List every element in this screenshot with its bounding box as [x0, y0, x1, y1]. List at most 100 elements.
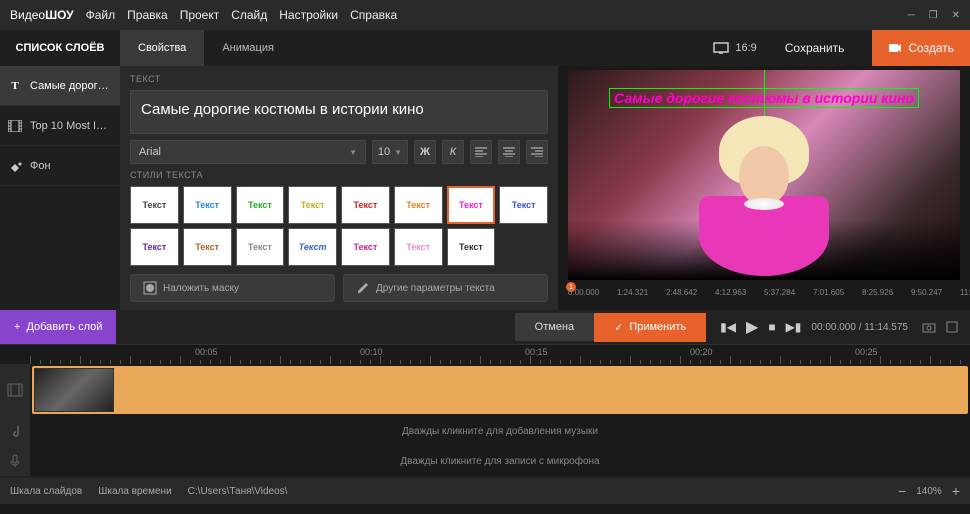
video-clip[interactable]: [32, 366, 968, 414]
video-track-content[interactable]: [30, 364, 970, 416]
menu-project[interactable]: Проект: [180, 8, 220, 22]
next-frame-button[interactable]: ▶▮: [786, 320, 802, 334]
zoom-out-button[interactable]: −: [898, 483, 906, 499]
video-track-icon: [0, 364, 30, 416]
text-style-preset[interactable]: Текст: [236, 228, 285, 266]
text-style-preset[interactable]: Текст: [341, 228, 390, 266]
text-style-preset[interactable]: Текст: [447, 186, 496, 224]
text-style-preset[interactable]: Текст: [447, 228, 496, 266]
text-style-preset[interactable]: Текст: [341, 186, 390, 224]
timeline-tick-label: 00:20: [690, 347, 713, 357]
bold-button[interactable]: Ж: [414, 140, 436, 164]
prev-frame-button[interactable]: ▮◀: [720, 320, 736, 334]
mask-icon: [143, 281, 157, 295]
text-styles-grid: ТекстТекстТекстТекстТекстТекстТекстТекст…: [130, 186, 548, 266]
layer-item-background[interactable]: Фон: [0, 146, 120, 186]
styles-section-label: СТИЛИ ТЕКСТА: [130, 170, 548, 180]
align-right-button[interactable]: [526, 140, 548, 164]
text-style-preset[interactable]: Текст: [394, 228, 443, 266]
statusbar: Шкала слайдов Шкала времени C:\Users\Тан…: [0, 478, 970, 504]
timeline-tracks: Дважды кликните для добавления музыки Дв…: [0, 364, 970, 478]
pencil-icon: [356, 281, 370, 295]
apply-button[interactable]: ✓ Применить: [594, 313, 706, 342]
property-tabs: Свойства Анимация: [120, 30, 292, 66]
other-params-button[interactable]: Другие параметры текста: [343, 274, 548, 302]
text-style-preset[interactable]: Текст: [130, 228, 179, 266]
stop-button[interactable]: ■: [768, 320, 775, 334]
extra-buttons-row: Наложить маску Другие параметры текста: [130, 274, 548, 302]
apply-mask-button[interactable]: Наложить маску: [130, 274, 335, 302]
preview-ruler-tick: 8:25.926: [862, 288, 893, 297]
minimize-button[interactable]: ─: [908, 10, 915, 21]
text-style-preset[interactable]: Текст: [183, 228, 232, 266]
tab-animation[interactable]: Анимация: [204, 30, 292, 66]
logo-part1: Видео: [10, 8, 45, 22]
layers-sidebar: T Самые дорогие ко... Top 10 Most Iconic…: [0, 66, 120, 310]
font-family-select[interactable]: Arial ▼: [130, 140, 366, 164]
layer-item-video[interactable]: Top 10 Most Iconic ...: [0, 106, 120, 146]
text-style-preset[interactable]: Текст: [236, 186, 285, 224]
music-track-hint: Дважды кликните для добавления музыки: [402, 426, 598, 437]
menu-settings[interactable]: Настройки: [279, 8, 338, 22]
save-button[interactable]: Сохранить: [771, 41, 859, 55]
cancel-button[interactable]: Отмена: [515, 313, 594, 341]
music-track-content[interactable]: Дважды кликните для добавления музыки: [30, 416, 970, 446]
preview-ruler-tick: 2:48.642: [666, 288, 697, 297]
align-center-button[interactable]: [498, 140, 520, 164]
playback-controls: ▮◀ ▶ ■ ▶▮ 00:00.000 / 11:14.575: [706, 317, 922, 337]
layers-panel-title: СПИСОК СЛОЁВ: [0, 30, 120, 66]
text-style-preset[interactable]: Текст: [183, 186, 232, 224]
layer-item-text[interactable]: T Самые дорогие ко...: [0, 66, 120, 106]
create-label: Создать: [908, 41, 954, 55]
align-left-button[interactable]: [470, 140, 492, 164]
video-text-overlay[interactable]: Самые дорогие костюмы в истории кино: [609, 88, 919, 108]
slides-scale-button[interactable]: Шкала слайдов: [10, 486, 82, 497]
add-layer-button[interactable]: + Добавить слой: [0, 310, 116, 344]
time-scale-button[interactable]: Шкала времени: [98, 486, 171, 497]
text-style-preset[interactable]: Текст: [130, 186, 179, 224]
text-style-preset[interactable]: Текст: [288, 186, 337, 224]
fullscreen-button[interactable]: [946, 321, 958, 333]
timeline-ruler[interactable]: 00:0500:1000:1500:2000:25: [0, 344, 970, 364]
preview-time-ruler[interactable]: 1 0:00.0001:24.3212:48.6424:12.9635:37.2…: [568, 286, 960, 306]
aspect-value: 16:9: [735, 42, 756, 54]
text-style-preset[interactable]: Текст: [288, 228, 337, 266]
mic-track-content[interactable]: Дважды кликните для записи с микрофона: [30, 446, 970, 476]
menu-edit[interactable]: Правка: [127, 8, 168, 22]
tab-properties[interactable]: Свойства: [120, 30, 204, 66]
mic-track: Дважды кликните для записи с микрофона: [0, 446, 970, 476]
italic-button[interactable]: К: [442, 140, 464, 164]
timeline-tick-label: 00:25: [855, 347, 878, 357]
menu-file[interactable]: Файл: [86, 8, 116, 22]
text-content-input[interactable]: [130, 90, 548, 134]
clip-thumbnail: [34, 368, 114, 412]
video-preview[interactable]: Самые дорогие костюмы в истории кино: [568, 70, 960, 280]
preview-ruler-tick: 7:01.605: [813, 288, 844, 297]
fill-layer-icon: [8, 160, 22, 172]
aspect-ratio[interactable]: 16:9: [699, 42, 756, 54]
menu-slide[interactable]: Слайд: [231, 8, 267, 22]
other-label: Другие параметры текста: [376, 283, 495, 294]
snapshot-button[interactable]: [922, 321, 936, 333]
main-workspace: T Самые дорогие ко... Top 10 Most Iconic…: [0, 66, 970, 310]
font-size-input[interactable]: 10 ▼: [372, 140, 408, 164]
preview-ruler-tick: 1:24.321: [617, 288, 648, 297]
close-button[interactable]: ✕: [952, 10, 960, 21]
menu-help[interactable]: Справка: [350, 8, 397, 22]
zoom-in-button[interactable]: +: [952, 483, 960, 499]
properties-panel: ТЕКСТ Arial ▼ 10 ▼ Ж К СТИЛИ ТЕКСТА Текс…: [120, 66, 558, 310]
window-controls: ─ ❐ ✕: [908, 10, 960, 21]
create-button[interactable]: Создать: [872, 30, 970, 66]
maximize-button[interactable]: ❐: [929, 10, 938, 21]
mic-track-hint: Дважды кликните для записи с микрофона: [400, 456, 599, 467]
text-style-preset[interactable]: Текст: [394, 186, 443, 224]
music-track: Дважды кликните для добавления музыки: [0, 416, 970, 446]
layer-label: Самые дорогие ко...: [30, 80, 112, 92]
mic-track-icon: [0, 446, 30, 476]
font-value: Arial: [139, 146, 161, 158]
play-button[interactable]: ▶: [746, 317, 758, 337]
text-style-preset[interactable]: Текст: [499, 186, 548, 224]
film-layer-icon: [8, 120, 22, 132]
timeline-tick-label: 00:15: [525, 347, 548, 357]
size-value: 10: [378, 146, 390, 158]
